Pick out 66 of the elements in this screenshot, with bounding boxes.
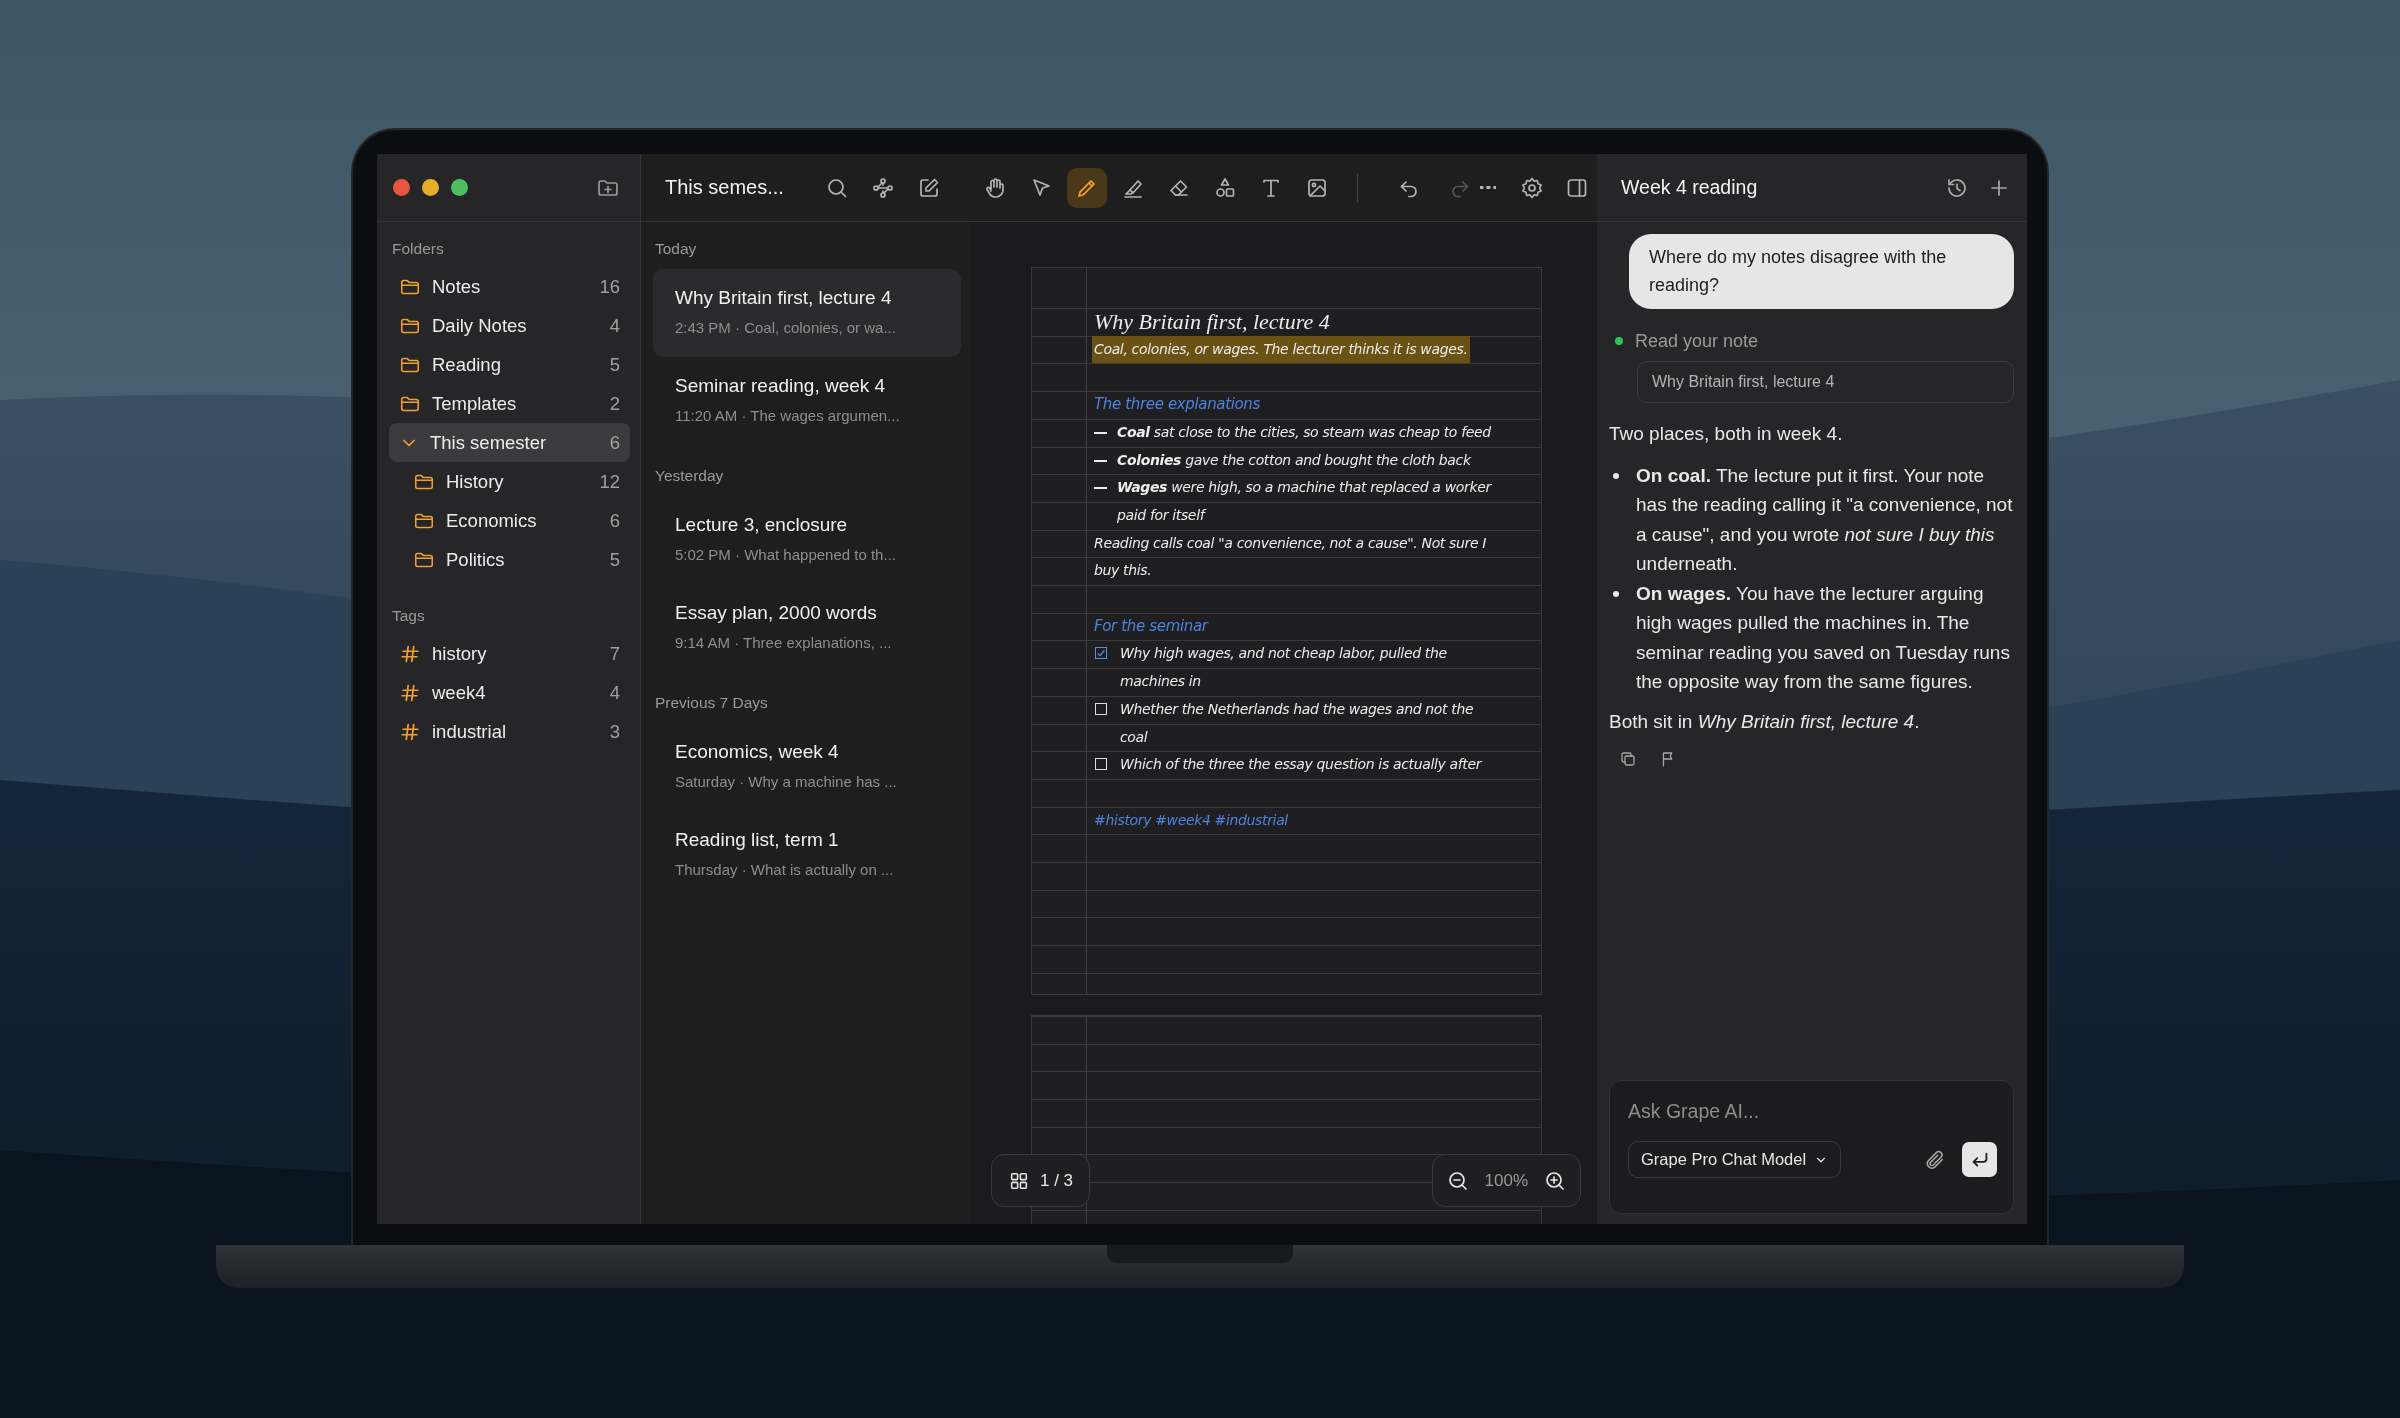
folder-item[interactable]: Economics 6	[389, 501, 630, 540]
checklist-item: Why high wages, and not cheap labor, pulled the machines in	[1120, 644, 1448, 692]
folder-item[interactable]: Politics 5	[389, 540, 630, 579]
settings-icon	[1520, 175, 1544, 200]
group-heading: Today	[654, 239, 698, 259]
folder-item[interactable]: Notes 16	[389, 267, 630, 306]
checklist-item: Whether the Netherlands had the wages and not the coal	[1120, 699, 1475, 747]
checklist-item: Which of the three the essay question is actually after	[1120, 755, 1483, 775]
chat-input[interactable]: Ask Grape AI...	[1628, 1095, 1997, 1127]
bullet-item: Coal sat close to the cities, so steam was cheap to feed	[1117, 422, 1492, 442]
paperclip-icon	[1924, 1148, 1946, 1171]
checkbox[interactable]	[1095, 647, 1107, 660]
bullet-dot	[1613, 472, 1619, 479]
attach-button[interactable]	[1924, 1148, 1946, 1171]
tag-item[interactable]: industrial 3	[389, 712, 630, 751]
note-item[interactable]: Reading list, term 1 Thursday · What is actually on ...	[653, 811, 961, 899]
note-item[interactable]: Lecture 3, enclosure 5:02 PM · What happened to th...	[653, 496, 961, 584]
bullet-item: Colonies gave the cotton and bought the cloth back	[1117, 450, 1472, 470]
group-heading: Yesterday	[654, 466, 725, 486]
group-heading: Previous 7 Days	[654, 693, 769, 713]
folder-item[interactable]: Reading 5	[389, 345, 630, 384]
window-control[interactable]	[451, 179, 468, 196]
status-dot	[1615, 337, 1623, 345]
bullet-dot	[1613, 590, 1619, 597]
zoom-level: 100%	[1483, 1170, 1529, 1191]
tag-item[interactable]: history 7	[389, 634, 630, 673]
answer-text: On wages. You have the lecturer arguing high wages pulled the machines in. The seminar reading you saved on Tuesday runs the opposite way from the same figures.	[1636, 581, 2011, 694]
chat-title: Week 4 reading	[1621, 176, 1759, 199]
note-item[interactable]: Seminar reading, week 4 11:20 AM · The wages argumen...	[653, 357, 961, 445]
section-heading: The three explanations	[1094, 394, 1260, 416]
step-label: Read your note	[1635, 330, 1759, 352]
section-heading: For the seminar	[1094, 615, 1208, 637]
folder-item[interactable]: Daily Notes 4	[389, 306, 630, 345]
copy-icon	[1619, 750, 1637, 768]
model-dropdown[interactable]: Grape Pro Chat Model	[1628, 1141, 1842, 1178]
tag-item[interactable]: week4 4	[389, 673, 630, 712]
folder-item[interactable]: Templates 2	[389, 384, 630, 423]
window-control[interactable]	[422, 179, 439, 196]
nodes-icon	[871, 175, 896, 200]
user-message: Where do my notes disagree with the reading?	[1629, 234, 2014, 309]
source-note-chip[interactable]: Why Britain first, lecture 4	[1637, 361, 2014, 403]
note-item[interactable]: Why Britain first, lecture 4 2:43 PM · Coal, colonies, or wa...	[653, 269, 961, 357]
section-label: Tags	[391, 606, 426, 626]
answer-text: Two places, both in week 4.	[1609, 422, 1844, 446]
folder-title: This semes...	[665, 176, 785, 199]
answer-text: Both sit in Why Britain first, lecture 4.	[1609, 709, 1921, 734]
note-title: Why Britain first, lecture 4	[1094, 308, 1330, 336]
dash-icon	[1094, 459, 1107, 462]
dash-icon	[1094, 431, 1107, 434]
folder-item[interactable]: History 12	[389, 462, 630, 501]
pencil-tool[interactable]	[1067, 167, 1108, 208]
bullet-item: Wages were high, so a machine that replaced a worker paid for itself	[1117, 478, 1493, 525]
send-button[interactable]	[1962, 1142, 1997, 1177]
dash-icon	[1094, 487, 1107, 490]
folder-item[interactable]: This semester 6	[389, 423, 630, 462]
highlighted-text: Coal, colonies, or wages. The lecturer thinks it is wages.	[1092, 335, 1470, 364]
copy-button[interactable]	[1619, 750, 1637, 768]
note-item[interactable]: Economics, week 4 Saturday · Why a machine has ...	[653, 723, 961, 811]
page-indicator[interactable]: 1 / 3	[991, 1154, 1091, 1207]
section-label: Folders	[391, 239, 445, 259]
note-paragraph: Reading calls coal "a convenience, not a cause". Not sure I buy this.	[1094, 533, 1488, 581]
more-icon	[1479, 186, 1497, 189]
answer-text: On coal. The lecture put it first. Your note has the reading calling it "a convenience, not a cause", and you wrote not sure I buy this underneath.	[1636, 463, 2014, 576]
tag-line: #history #week4 #industrial	[1094, 810, 1288, 830]
window-control[interactable]	[393, 179, 410, 196]
note-item[interactable]: Essay plan, 2000 words 9:14 AM · Three explanations, ...	[653, 584, 961, 672]
